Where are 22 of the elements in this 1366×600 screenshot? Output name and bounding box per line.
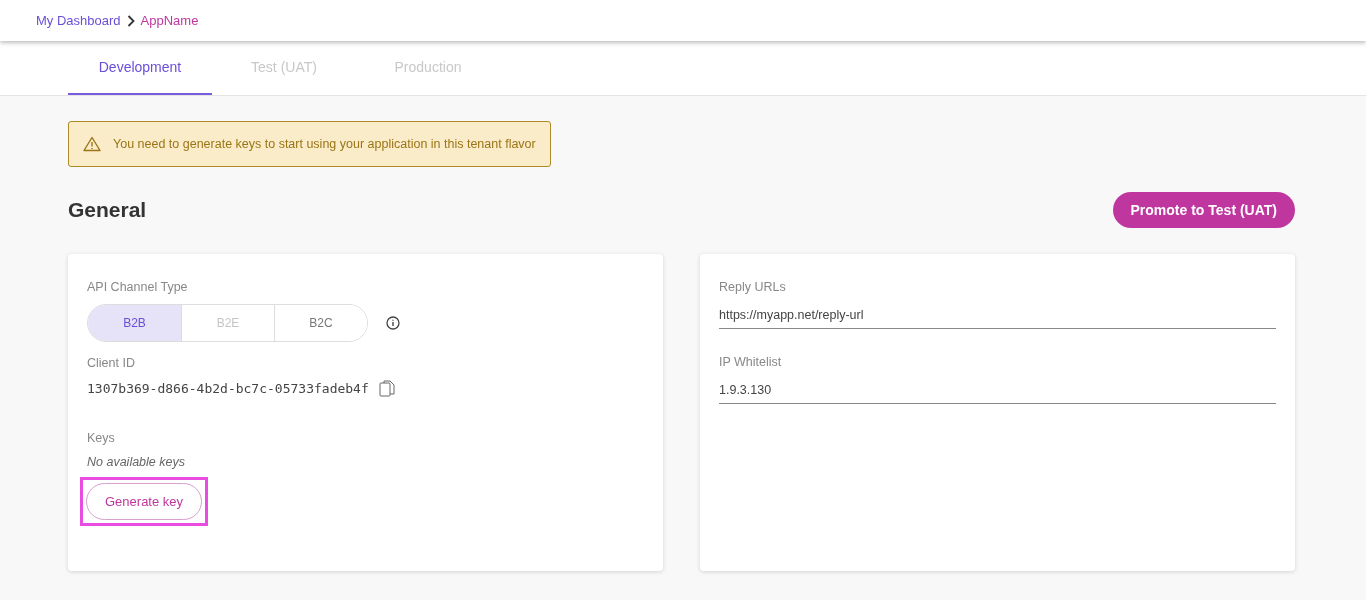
- section-title: General: [68, 198, 147, 222]
- field-label: Keys: [87, 431, 116, 445]
- field-label: Client ID: [87, 356, 136, 370]
- chevron-right-icon: [126, 14, 135, 27]
- info-icon[interactable]: [386, 316, 400, 330]
- field-label: Reply URLs: [719, 280, 787, 294]
- breadcrumb-link[interactable]: My Dashboard: [36, 13, 121, 28]
- input-field[interactable]: 1.9.3.130: [719, 379, 1276, 404]
- copy-icon[interactable]: [378, 380, 395, 397]
- warning-icon: [83, 136, 101, 152]
- channel-option[interactable]: B2C: [274, 305, 367, 341]
- field-label: API Channel Type: [87, 280, 189, 294]
- channel-option[interactable]: B2B: [88, 305, 181, 341]
- promote-button[interactable]: Promote to Test (UAT): [1112, 192, 1295, 228]
- generate-key-button[interactable]: Generate key: [86, 483, 203, 520]
- empty-keys-text: No available keys: [87, 455, 186, 469]
- field-label: IP Whitelist: [719, 355, 783, 369]
- breadcrumb-link[interactable]: AppName: [140, 13, 199, 28]
- input-field[interactable]: https://myapp.net/reply-url: [719, 304, 1276, 329]
- alert-text: You need to generate keys to start using your application in this tenant flavor: [113, 137, 536, 151]
- environment-tab[interactable]: Development: [68, 41, 212, 95]
- client-id-value: 1307b369-d866-4b2d-bc7c-05733fadeb4f: [87, 381, 369, 396]
